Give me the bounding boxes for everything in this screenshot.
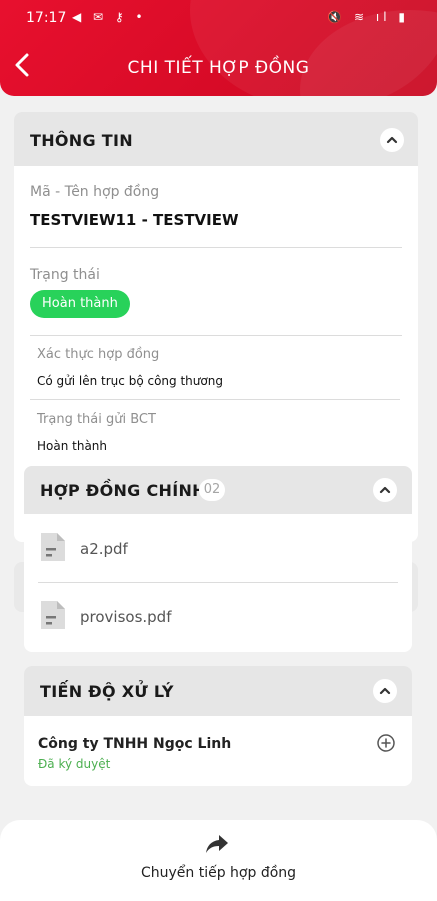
bct-status-label: Trạng thái gửi BCT bbox=[37, 412, 156, 427]
divider bbox=[30, 399, 400, 400]
status-label: Trạng thái bbox=[30, 267, 100, 283]
verify-value: Có gửi lên trục bộ công thương bbox=[37, 374, 223, 388]
divider bbox=[30, 247, 402, 248]
file-count-badge: 02 bbox=[199, 479, 225, 501]
system-icons: 🔇 ≋ ıl ▮ bbox=[327, 10, 409, 24]
contract-code-value: TESTVIEW11 - TESTVIEW bbox=[30, 211, 239, 229]
status-badge: Hoàn thành bbox=[30, 290, 130, 318]
main-contract-collapse-toggle[interactable] bbox=[373, 478, 397, 502]
share-forward-icon[interactable] bbox=[204, 833, 230, 855]
app-header: 17:17 ◀ ✉ ⚷ • 🔇 ≋ ıl ▮ CHI TIẾT HỢP ĐỒNG bbox=[0, 0, 437, 96]
chevron-up-icon bbox=[386, 136, 398, 144]
main-contract-title: HỢP ĐỒNG CHÍNH bbox=[40, 481, 206, 500]
chevron-up-icon bbox=[379, 486, 391, 494]
approval-status: Đã ký duyệt bbox=[38, 757, 111, 771]
bct-status-value: Hoàn thành bbox=[37, 439, 108, 453]
divider bbox=[30, 335, 402, 336]
file-name: a2.pdf bbox=[80, 540, 128, 558]
verify-label: Xác thực hợp đồng bbox=[37, 347, 160, 362]
company-name: Công ty TNHH Ngọc Linh bbox=[38, 736, 232, 752]
file-name: provisos.pdf bbox=[80, 608, 172, 626]
file-icon bbox=[41, 601, 65, 629]
chevron-up-icon bbox=[379, 687, 391, 695]
divider bbox=[38, 582, 398, 583]
contract-code-label: Mã - Tên hợp đồng bbox=[30, 184, 160, 200]
plus-circle-icon[interactable] bbox=[376, 733, 396, 753]
file-row-provisos[interactable]: provisos.pdf bbox=[24, 584, 412, 650]
notification-icons: ◀ ✉ ⚷ • bbox=[72, 10, 147, 24]
file-icon bbox=[41, 533, 65, 561]
info-section-title: THÔNG TIN bbox=[30, 131, 133, 150]
progress-title: TIẾN ĐỘ XỬ LÝ bbox=[40, 682, 174, 701]
status-bar: 17:17 ◀ ✉ ⚷ • 🔇 ≋ ıl ▮ bbox=[0, 0, 437, 36]
progress-collapse-toggle[interactable] bbox=[373, 679, 397, 703]
info-collapse-toggle[interactable] bbox=[380, 128, 404, 152]
file-row-a2[interactable]: a2.pdf bbox=[24, 516, 412, 582]
page-title: CHI TIẾT HỢP ĐỒNG bbox=[127, 58, 310, 78]
status-time: 17:17 bbox=[26, 10, 67, 26]
forward-contract-button[interactable]: Chuyển tiếp hợp đồng bbox=[0, 865, 437, 881]
